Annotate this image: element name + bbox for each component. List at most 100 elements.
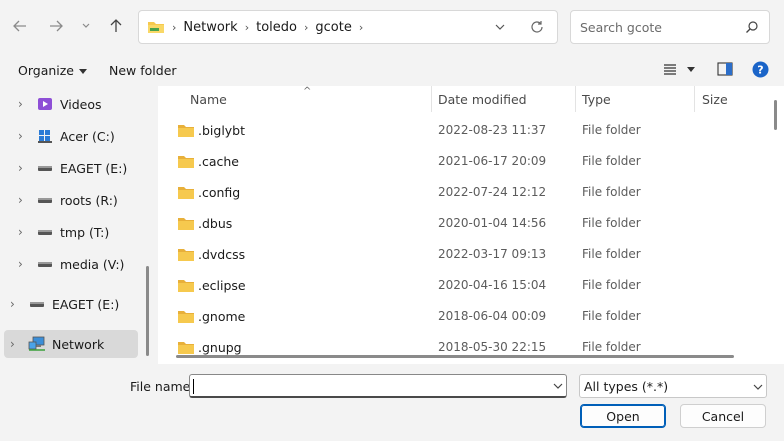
file-name: .biglybt (198, 123, 246, 138)
drive-icon (36, 160, 54, 176)
caret-down-icon (79, 69, 87, 74)
table-row[interactable]: .eclipse 2020-04-16 15:04 File folder (158, 270, 768, 301)
column-divider[interactable] (575, 86, 576, 112)
search-box[interactable]: Search gcote (570, 10, 770, 44)
table-row[interactable]: .cache 2021-06-17 20:09 File folder (158, 146, 768, 177)
up-button[interactable] (104, 14, 128, 38)
back-button[interactable] (8, 14, 32, 38)
column-header-type[interactable]: Type (582, 86, 611, 112)
table-row[interactable]: .dvdcss 2022-03-17 09:13 File folder (158, 239, 768, 270)
sidebar-scrollbar[interactable] (146, 266, 149, 356)
file-date-modified: 2022-08-23 11:37 (438, 123, 547, 137)
file-type: File folder (582, 278, 641, 292)
drive-icon (36, 256, 54, 272)
breadcrumb-network[interactable]: Network (183, 20, 237, 35)
table-row[interactable]: .gnome 2018-06-04 00:09 File folder (158, 301, 768, 332)
sidebar-item-label: Network (52, 336, 105, 352)
folder-icon (178, 342, 194, 354)
file-date-modified: 2018-05-30 22:15 (438, 340, 547, 354)
sidebar-item-label: media (V:) (60, 256, 125, 272)
file-name-input[interactable] (189, 374, 567, 398)
help-icon[interactable]: ? (752, 61, 769, 78)
chevron-right-icon[interactable]: › (18, 225, 28, 239)
organize-button[interactable]: Organize (18, 63, 87, 78)
file-type: File folder (582, 340, 641, 354)
sort-ascending-icon: ^ (303, 86, 312, 97)
chevron-right-icon[interactable]: › (245, 21, 249, 34)
chevron-right-icon[interactable]: › (18, 97, 28, 111)
cancel-button[interactable]: Cancel (680, 404, 766, 428)
navigation-bar: › Network › toledo › gcote › Search gcot… (0, 0, 784, 54)
table-row[interactable]: .gnupg 2018-05-30 22:15 File folder (158, 332, 768, 363)
file-date-modified: 2020-04-16 15:04 (438, 278, 547, 292)
file-type: File folder (582, 247, 641, 261)
network-icon (28, 336, 46, 352)
column-header-name[interactable]: Name (190, 86, 227, 112)
windows-drive-icon (36, 128, 54, 144)
open-button[interactable]: Open (580, 404, 666, 428)
column-header-date[interactable]: Date modified (438, 86, 527, 112)
sidebar-item-roots-r[interactable]: › roots (R:) (18, 187, 118, 213)
preview-pane-icon[interactable] (717, 62, 733, 76)
refresh-icon[interactable] (529, 19, 545, 35)
folder-icon (178, 156, 194, 168)
file-date-modified: 2022-07-24 12:12 (438, 185, 547, 199)
table-row[interactable]: .biglybt 2022-08-23 11:37 File folder (158, 115, 768, 146)
sidebar-item-label: EAGET (E:) (60, 160, 128, 176)
chevron-right-icon[interactable]: › (18, 161, 28, 175)
sidebar-item-eaget-e-root[interactable]: › EAGET (E:) (10, 291, 119, 317)
view-options-caret-icon[interactable] (686, 66, 696, 74)
file-name: .config (198, 185, 241, 200)
file-type-select[interactable]: All types (*.*) (579, 374, 767, 398)
sidebar-item-media-v[interactable]: › media (V:) (18, 251, 124, 277)
chevron-right-icon[interactable]: › (304, 21, 308, 34)
chevron-right-icon[interactable]: › (359, 21, 363, 34)
file-name-dropdown-icon[interactable] (552, 381, 564, 391)
sidebar-item-eaget-e[interactable]: › EAGET (E:) (18, 155, 127, 181)
chevron-right-icon[interactable]: › (18, 257, 28, 271)
file-type: File folder (582, 123, 641, 137)
sidebar-item-acer-c[interactable]: › Acer (C:) (18, 123, 115, 149)
drive-icon (36, 192, 54, 208)
file-type: File folder (582, 309, 641, 323)
videos-icon (36, 96, 54, 112)
chevron-right-icon[interactable]: › (18, 193, 28, 207)
forward-button[interactable] (44, 14, 68, 38)
chevron-right-icon[interactable]: › (18, 129, 28, 143)
chevron-right-icon[interactable]: › (10, 297, 20, 311)
chevron-right-icon[interactable]: › (10, 337, 20, 351)
svg-text:?: ? (757, 64, 763, 77)
sidebar-item-label: EAGET (E:) (52, 296, 120, 312)
file-type-value: All types (*.*) (584, 379, 669, 394)
search-icon[interactable] (745, 20, 759, 34)
column-divider[interactable] (694, 86, 695, 112)
column-divider[interactable] (431, 86, 432, 112)
address-bar[interactable]: › Network › toledo › gcote › (138, 10, 558, 44)
folder-icon (178, 280, 194, 292)
sidebar-item-label: tmp (T:) (60, 224, 110, 240)
recent-locations-button[interactable] (76, 14, 96, 38)
file-list-horizontal-scrollbar[interactable] (176, 355, 734, 358)
breadcrumb-toledo[interactable]: toledo (256, 20, 297, 35)
file-type: File folder (582, 154, 641, 168)
breadcrumb-gcote[interactable]: gcote (315, 20, 351, 35)
table-row[interactable]: .config 2022-07-24 12:12 File folder (158, 177, 768, 208)
new-folder-button[interactable]: New folder (109, 63, 177, 78)
file-name: .dbus (198, 216, 233, 231)
column-header-size[interactable]: Size (702, 86, 728, 112)
address-history-dropdown-icon[interactable] (493, 20, 507, 34)
table-row[interactable]: .dbus 2020-01-04 14:56 File folder (158, 208, 768, 239)
folder-icon (178, 311, 194, 323)
view-list-icon[interactable] (663, 62, 677, 76)
command-toolbar: Organize New folder ? (0, 54, 784, 86)
sidebar-item-network[interactable]: › Network (4, 330, 138, 358)
vertical-scroll-thumb[interactable] (774, 100, 777, 130)
folder-icon (178, 125, 194, 137)
file-name-label: File name: (130, 379, 195, 394)
sidebar-item-tmp-t[interactable]: › tmp (T:) (18, 219, 109, 245)
drive-icon (28, 296, 46, 312)
dialog-footer: File name: All types (*.*) Open Cancel (0, 364, 784, 441)
file-type: File folder (582, 185, 641, 199)
sidebar-item-videos[interactable]: › Videos (18, 91, 102, 117)
vertical-scroll-track[interactable] (768, 86, 784, 364)
